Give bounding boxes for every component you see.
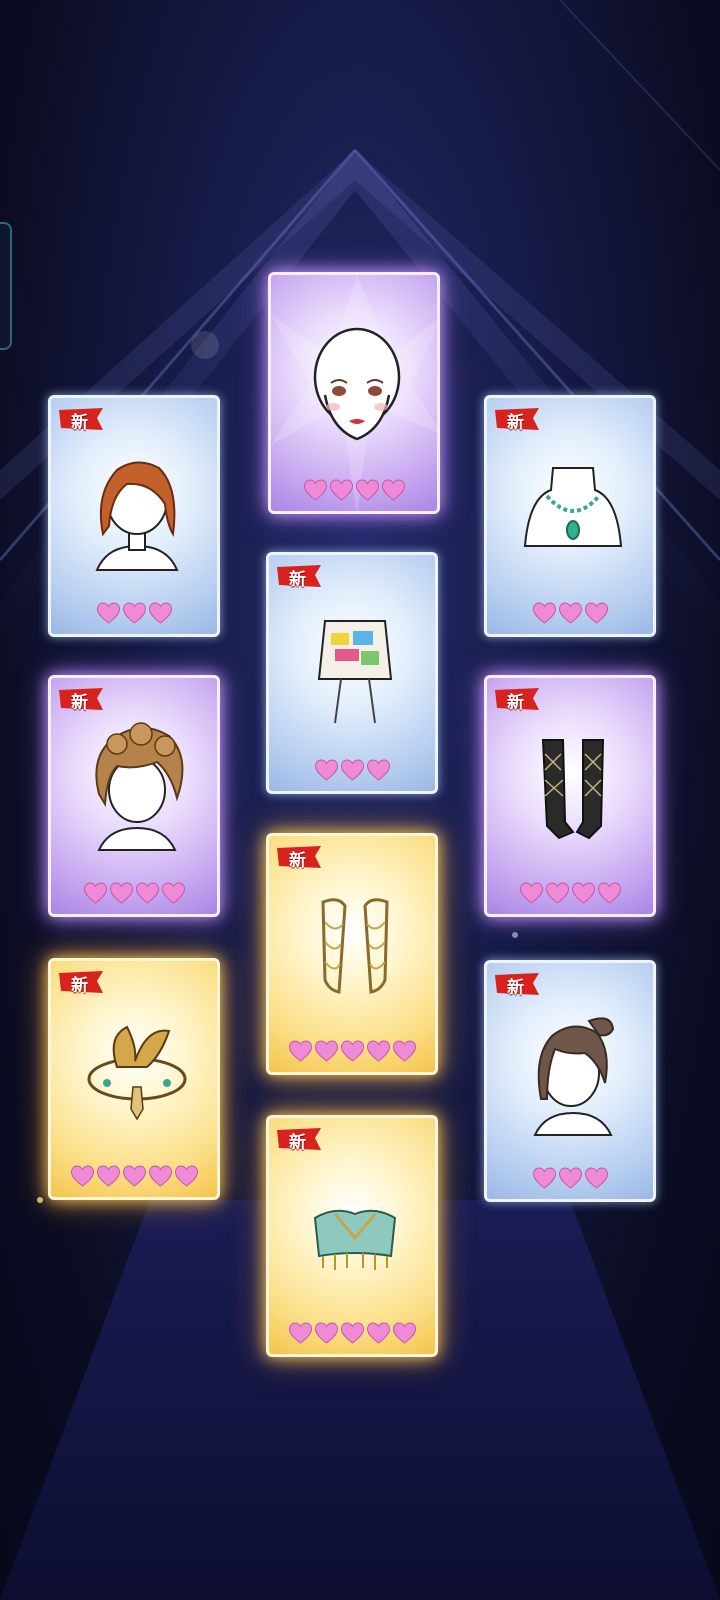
jeweled-bandeau-top-icon xyxy=(313,1209,397,1270)
new-badge: 新 xyxy=(493,406,541,433)
heart-icon xyxy=(558,602,582,624)
side-drawer-tab[interactable] xyxy=(0,222,12,350)
short-wavy-hair-icon xyxy=(95,461,179,571)
heart-icon xyxy=(381,479,405,501)
new-badge: 新 xyxy=(57,969,105,996)
new-badge: 新 xyxy=(57,406,105,433)
heart-icon xyxy=(109,882,133,904)
card-graffiti-top[interactable]: 新 xyxy=(266,552,438,794)
heart-icon xyxy=(532,1167,556,1189)
pearl-chain-sleeves-icon xyxy=(321,898,389,994)
ponytail-hair-icon xyxy=(533,1017,615,1136)
new-badge: 新 xyxy=(275,844,323,871)
rarity-hearts xyxy=(51,882,217,904)
heart-icon xyxy=(584,602,608,624)
heart-icon xyxy=(135,882,159,904)
heart-icon xyxy=(288,1040,312,1062)
heart-icon xyxy=(122,602,146,624)
heart-icon xyxy=(340,759,364,781)
heart-icon xyxy=(314,759,338,781)
rarity-hearts xyxy=(51,1165,217,1187)
card-short-wavy-hair[interactable]: 新 xyxy=(48,395,220,637)
heart-icon xyxy=(83,882,107,904)
rarity-hearts xyxy=(487,882,653,904)
heart-icon xyxy=(584,1167,608,1189)
heart-icon xyxy=(70,1165,94,1187)
heart-icon xyxy=(392,1040,416,1062)
card-curly-updo-hair[interactable]: 新 xyxy=(48,675,220,917)
heart-icon xyxy=(288,1322,312,1344)
heart-icon xyxy=(366,759,390,781)
face-icon xyxy=(313,327,401,441)
rarity-hearts xyxy=(487,602,653,624)
new-badge: 新 xyxy=(57,686,105,713)
heart-icon xyxy=(96,1165,120,1187)
heart-icon xyxy=(161,882,185,904)
new-badge: 新 xyxy=(275,563,323,590)
rarity-hearts xyxy=(51,602,217,624)
heart-icon xyxy=(329,479,353,501)
heart-icon xyxy=(148,1165,172,1187)
heart-icon xyxy=(366,1040,390,1062)
rarity-hearts xyxy=(269,1040,435,1062)
card-ponytail-hair[interactable]: 新 xyxy=(484,960,656,1202)
heart-icon xyxy=(392,1322,416,1344)
new-badge: 新 xyxy=(275,1126,323,1153)
heart-icon xyxy=(340,1040,364,1062)
heart-icon xyxy=(597,882,621,904)
heart-icon xyxy=(532,602,556,624)
heart-icon xyxy=(355,479,379,501)
card-chain-sleeves[interactable]: 新 xyxy=(266,833,438,1075)
heart-icon xyxy=(122,1165,146,1187)
gold-headpiece-icon xyxy=(87,1025,187,1121)
necklace-icon xyxy=(523,467,623,547)
heart-icon xyxy=(519,882,543,904)
heart-icon xyxy=(366,1322,390,1344)
heart-icon xyxy=(314,1322,338,1344)
card-jeweled-bandeau[interactable]: 新 xyxy=(266,1115,438,1357)
heart-icon xyxy=(340,1322,364,1344)
rarity-hearts xyxy=(487,1167,653,1189)
heart-icon xyxy=(558,1167,582,1189)
card-gold-headpiece[interactable]: 新 xyxy=(48,958,220,1200)
card-jade-necklace[interactable]: 新 xyxy=(484,395,656,637)
rarity-hearts xyxy=(271,479,437,501)
curly-updo-hair-icon xyxy=(95,722,184,851)
argyle-socks-icon xyxy=(541,739,605,840)
heart-icon xyxy=(96,602,120,624)
new-badge: 新 xyxy=(493,971,541,998)
rarity-hearts xyxy=(269,1322,435,1344)
heart-icon xyxy=(314,1040,338,1062)
rarity-hearts xyxy=(269,759,435,781)
heart-icon xyxy=(545,882,569,904)
heart-icon xyxy=(174,1165,198,1187)
heart-icon xyxy=(303,479,327,501)
new-badge: 新 xyxy=(493,686,541,713)
graffiti-crop-top-icon xyxy=(317,620,393,724)
heart-icon xyxy=(148,602,172,624)
heart-icon xyxy=(571,882,595,904)
card-argyle-socks[interactable]: 新 xyxy=(484,675,656,917)
card-face[interactable] xyxy=(268,272,440,514)
